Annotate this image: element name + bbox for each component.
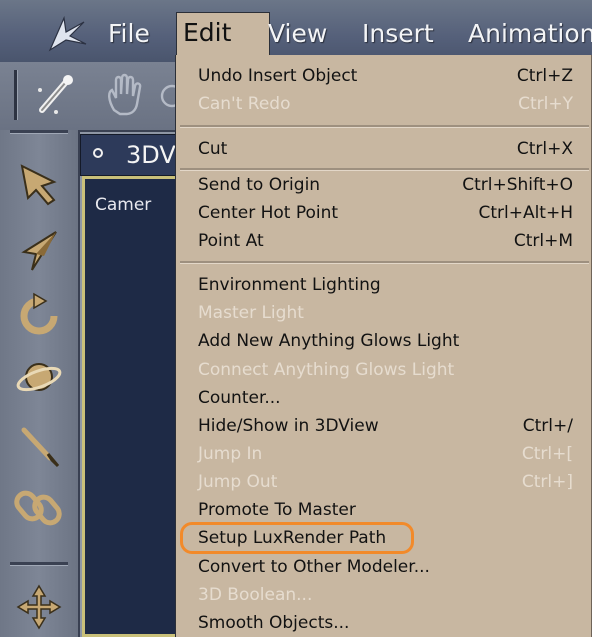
menu-item-promote-to-master[interactable]: Promote To Master [176,496,592,524]
viewport-title: 3DV [126,141,176,169]
menu-item-label: Master Light [198,303,304,323]
menu-item-jump-in: Jump In Ctrl+[ [176,440,592,468]
grab-hand-icon[interactable] [100,70,150,120]
menu-item-shortcut: Ctrl+X [516,139,573,159]
menu-edit[interactable]: Edit [176,12,270,57]
menu-item-add-glows-light[interactable]: Add New Anything Glows Light [176,327,592,355]
menu-item-label: Connect Anything Glows Light [198,360,455,380]
menu-item-connect-glows-light: Connect Anything Glows Light [176,356,592,384]
select-arrow-icon[interactable] [14,160,64,210]
menu-item-label: Jump Out [198,472,278,492]
menu-item-shortcut: Ctrl+Y [518,94,573,114]
menu-item-shortcut: Ctrl+] [521,472,573,492]
viewport-radio[interactable] [93,148,103,158]
menu-item-label: Counter... [198,388,281,408]
menu-insert[interactable]: Insert [356,14,440,54]
paint-brush-icon[interactable] [14,420,64,470]
menu-view[interactable]: View [262,14,333,54]
menu-separator [180,261,589,264]
rotate-icon[interactable] [14,290,64,340]
left-tool-strip [0,130,80,637]
menu-item-3d-boolean: 3D Boolean... [176,581,592,609]
menu-item-shortcut: Ctrl+M [513,231,573,251]
menu-item-point-at[interactable]: Point At Ctrl+M [176,227,592,255]
menu-item-label: Point At [198,231,264,251]
menu-item-redo: Can't Redo Ctrl+Y [176,90,592,118]
menu-item-label: 3D Boolean... [198,585,313,605]
toolbar-separator [14,70,18,120]
menu-item-environment-lighting[interactable]: Environment Lighting [176,271,592,299]
menu-separator [180,125,589,128]
menu-item-hide-show[interactable]: Hide/Show in 3DView Ctrl+/ [176,412,592,440]
menu-item-label: Undo Insert Object [198,66,358,86]
menu-item-shortcut: Ctrl+/ [522,416,573,436]
menu-item-label: Hide/Show in 3DView [198,416,379,436]
menu-item-label: Promote To Master [198,500,356,520]
menu-item-convert-modeler[interactable]: Convert to Other Modeler... [176,553,592,581]
menu-item-label: Convert to Other Modeler... [198,557,430,577]
magic-wand-icon[interactable] [30,70,80,120]
menu-item-label: Send to Origin [198,175,321,195]
menu-file[interactable]: File [102,14,156,54]
strip-separator [10,562,68,566]
link-chain-icon[interactable] [14,482,64,532]
orbit-icon[interactable] [14,352,64,402]
edit-menu-dropdown: Undo Insert Object Ctrl+Z Can't Redo Ctrl+… [175,55,592,637]
menu-item-shortcut: Ctrl+Alt+H [478,203,573,223]
menu-item-label: Add New Anything Glows Light [198,331,460,351]
pan-cross-icon[interactable] [14,582,64,632]
menu-item-cut[interactable]: Cut Ctrl+X [176,135,592,163]
menu-item-smooth-objects[interactable]: Smooth Objects... [176,609,592,637]
menu-item-shortcut: Ctrl+Z [516,66,573,86]
menu-item-label: Smooth Objects... [198,613,350,633]
menu-item-label: Cut [198,139,228,159]
menu-item-counter[interactable]: Counter... [176,384,592,412]
menu-item-send-to-origin[interactable]: Send to Origin Ctrl+Shift+O [176,171,592,199]
menu-item-label: Jump In [198,444,263,464]
menu-item-jump-out: Jump Out Ctrl+] [176,468,592,496]
menu-item-shortcut: Ctrl+[ [521,444,573,464]
app-logo-icon[interactable] [44,14,88,54]
menu-item-undo[interactable]: Undo Insert Object Ctrl+Z [176,62,592,90]
menu-item-label: Center Hot Point [198,203,339,223]
menu-item-center-hot-point[interactable]: Center Hot Point Ctrl+Alt+H [176,199,592,227]
menu-item-master-light: Master Light [176,299,592,327]
camera-label[interactable]: Camer [95,195,151,215]
menu-item-label: Can't Redo [198,94,291,114]
menu-animation[interactable]: Animation [462,14,592,54]
strip-separator [10,130,68,134]
move-arrow-icon[interactable] [14,226,64,276]
menu-item-label: Environment Lighting [198,275,381,295]
menu-item-shortcut: Ctrl+Shift+O [462,175,573,195]
highlight-annotation-ring [180,522,414,554]
